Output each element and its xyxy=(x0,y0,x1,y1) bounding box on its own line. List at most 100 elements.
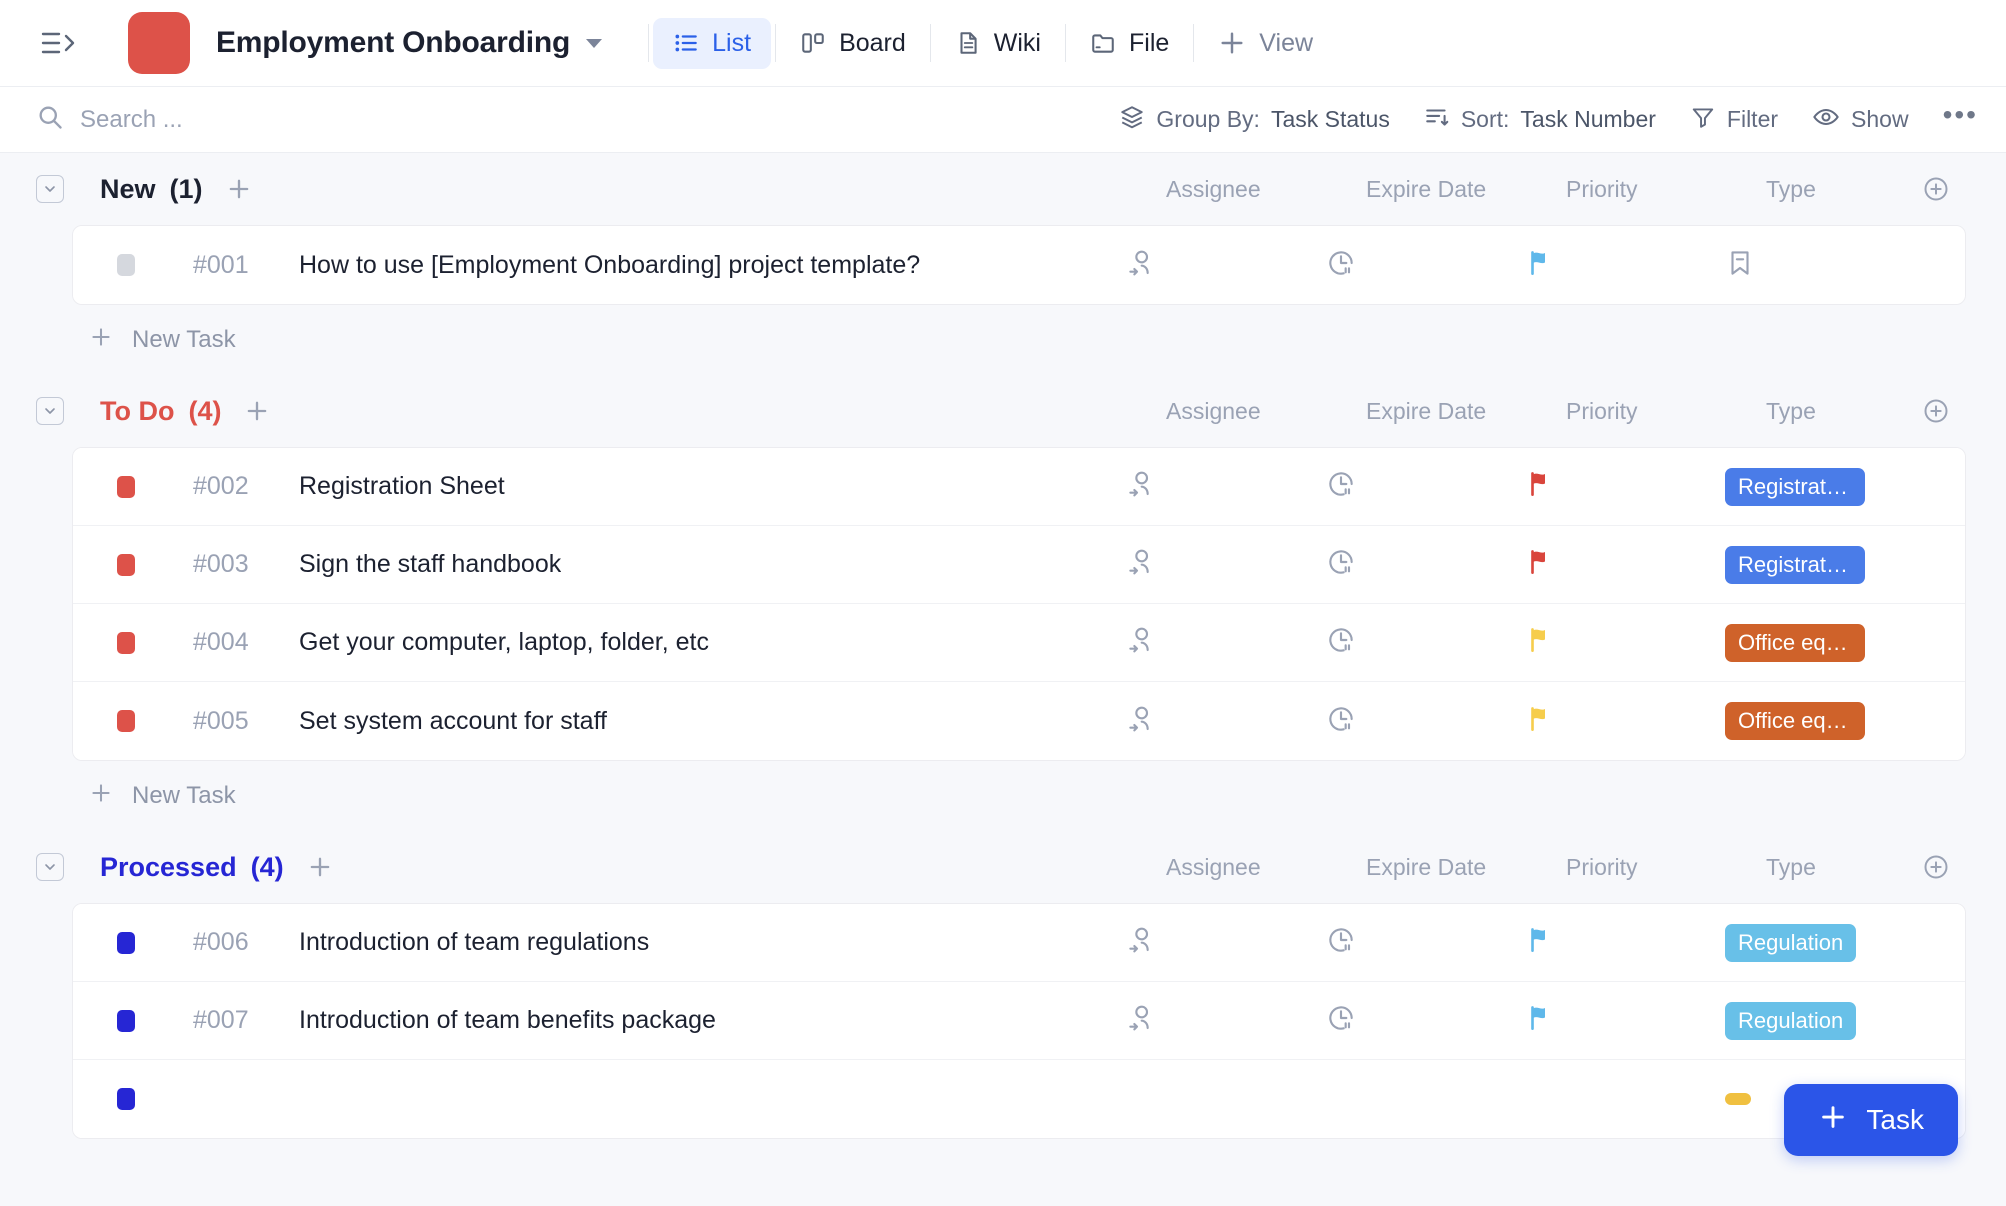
table-row[interactable]: #006 Introduction of team regulations xyxy=(73,904,1965,982)
new-task-label: New Task xyxy=(132,326,236,354)
circle-plus-icon[interactable] xyxy=(1906,175,1966,203)
add-task-button[interactable]: Task xyxy=(1784,1084,1958,1156)
column-header-assignee: Assignee xyxy=(1166,398,1366,425)
chevron-down-box-icon[interactable] xyxy=(36,853,64,881)
group-add-task-icon[interactable] xyxy=(306,853,334,881)
add-person-icon xyxy=(1125,924,1157,961)
show-button[interactable]: Show xyxy=(1812,103,1909,137)
search-box[interactable] xyxy=(36,103,1119,136)
task-number: #001 xyxy=(193,251,283,280)
status-badge: Registration xyxy=(1725,546,1865,584)
filter-button[interactable]: Filter xyxy=(1690,104,1778,136)
page-title: Employment Onboarding xyxy=(216,26,570,60)
column-header-type: Type xyxy=(1766,176,1906,203)
tab-add-view[interactable]: View xyxy=(1198,18,1333,69)
circle-plus-icon[interactable] xyxy=(1906,397,1966,425)
tab-board[interactable]: Board xyxy=(780,18,926,69)
status-badge: Regulation xyxy=(1725,1002,1856,1040)
cell-type[interactable]: Registration xyxy=(1725,546,1865,584)
table-row[interactable]: #002 Registration Sheet xyxy=(73,448,1965,526)
new-task-button[interactable]: New Task xyxy=(0,305,2006,375)
cell-priority[interactable] xyxy=(1525,469,1725,504)
column-header-expire-date: Expire Date xyxy=(1366,176,1566,203)
layers-icon xyxy=(1119,104,1145,136)
group-name: New xyxy=(100,174,156,205)
status-badge: Registration xyxy=(1725,468,1865,506)
cell-priority[interactable] xyxy=(1525,547,1725,582)
column-headers: Assignee Expire Date Priority Type xyxy=(1166,853,2006,881)
cell-assignee[interactable] xyxy=(1125,247,1325,284)
circle-plus-icon[interactable] xyxy=(1906,853,1966,881)
table-row[interactable] xyxy=(73,1060,1965,1138)
table-row[interactable]: #007 Introduction of team benefits packa… xyxy=(73,982,1965,1060)
cell-type[interactable] xyxy=(1725,248,1865,283)
table-row[interactable]: #001 How to use [Employment Onboarding] … xyxy=(73,226,1965,304)
folder-icon xyxy=(1090,30,1116,56)
status-dot xyxy=(117,254,135,276)
group-by-control[interactable]: Group By: Task Status xyxy=(1119,104,1389,136)
cell-priority[interactable] xyxy=(1525,248,1725,283)
group-by-label: Group By: xyxy=(1156,106,1260,133)
add-person-icon xyxy=(1125,546,1157,583)
cell-assignee[interactable] xyxy=(1125,924,1325,961)
chevron-down-box-icon[interactable] xyxy=(36,397,64,425)
tab-label: Wiki xyxy=(994,29,1041,58)
group-header: Processed (4) Assignee Expire Date Prior… xyxy=(0,831,2006,903)
project-logo[interactable] xyxy=(128,12,190,74)
cell-priority[interactable] xyxy=(1525,625,1725,660)
cell-expire-date[interactable] xyxy=(1325,624,1525,661)
toolbar-actions: Group By: Task Status Sort: Task Number … xyxy=(1119,103,1978,137)
table-row[interactable]: #003 Sign the staff handbook xyxy=(73,526,1965,604)
cell-expire-date[interactable] xyxy=(1325,247,1525,284)
cell-priority[interactable] xyxy=(1525,704,1725,739)
cell-assignee[interactable] xyxy=(1125,546,1325,583)
new-task-button[interactable]: New Task xyxy=(0,761,2006,831)
tab-list[interactable]: List xyxy=(653,18,771,69)
add-person-icon xyxy=(1125,468,1157,505)
cell-assignee[interactable] xyxy=(1125,468,1325,505)
tab-label: View xyxy=(1259,29,1313,58)
tab-wiki[interactable]: Wiki xyxy=(935,18,1061,69)
cell-expire-date[interactable] xyxy=(1325,703,1525,740)
cell-assignee[interactable] xyxy=(1125,624,1325,661)
task-number: #003 xyxy=(193,550,283,579)
bookmark-minus-icon xyxy=(1725,248,1755,283)
cell-assignee[interactable] xyxy=(1125,1002,1325,1039)
cell-type[interactable]: Regulation xyxy=(1725,1002,1865,1040)
table-row[interactable]: #005 Set system account for staff xyxy=(73,682,1965,760)
cell-expire-date[interactable] xyxy=(1325,546,1525,583)
table-row[interactable]: #004 Get your computer, laptop, folder, … xyxy=(73,604,1965,682)
flag-icon xyxy=(1525,248,1555,283)
column-header-priority: Priority xyxy=(1566,854,1766,881)
cell-assignee[interactable] xyxy=(1125,703,1325,740)
cell-expire-date[interactable] xyxy=(1325,468,1525,505)
more-options-button[interactable]: ••• xyxy=(1943,110,1978,130)
cell-priority[interactable] xyxy=(1525,925,1725,960)
group-add-task-icon[interactable] xyxy=(225,175,253,203)
sort-control[interactable]: Sort: Task Number xyxy=(1424,104,1656,136)
task-title: Sign the staff handbook xyxy=(299,550,561,579)
cell-priority[interactable] xyxy=(1525,1003,1725,1038)
chevron-down-box-icon[interactable] xyxy=(36,175,64,203)
divider xyxy=(775,24,776,62)
cell-type[interactable]: Office equip... xyxy=(1725,624,1865,662)
cell-type[interactable]: Regulation xyxy=(1725,924,1865,962)
cell-expire-date[interactable] xyxy=(1325,1002,1525,1039)
flag-icon xyxy=(1525,1003,1555,1038)
toolbar: Group By: Task Status Sort: Task Number … xyxy=(0,87,2006,153)
sidebar-toggle-icon[interactable] xyxy=(36,20,82,66)
top-bar: Employment Onboarding List xyxy=(0,0,2006,87)
cell-type[interactable]: Registration xyxy=(1725,468,1865,506)
cell-expire-date[interactable] xyxy=(1325,924,1525,961)
board-icon xyxy=(800,30,826,56)
group-name: Processed xyxy=(100,852,237,883)
cell-type[interactable]: Office equip... xyxy=(1725,702,1865,740)
group-add-task-icon[interactable] xyxy=(243,397,271,425)
tab-file[interactable]: File xyxy=(1070,18,1189,69)
search-input[interactable] xyxy=(80,106,480,134)
chevron-down-icon[interactable] xyxy=(586,39,602,48)
column-header-priority: Priority xyxy=(1566,176,1766,203)
flag-icon xyxy=(1525,925,1555,960)
clock-pause-icon xyxy=(1325,247,1357,284)
clock-pause-icon xyxy=(1325,468,1357,505)
